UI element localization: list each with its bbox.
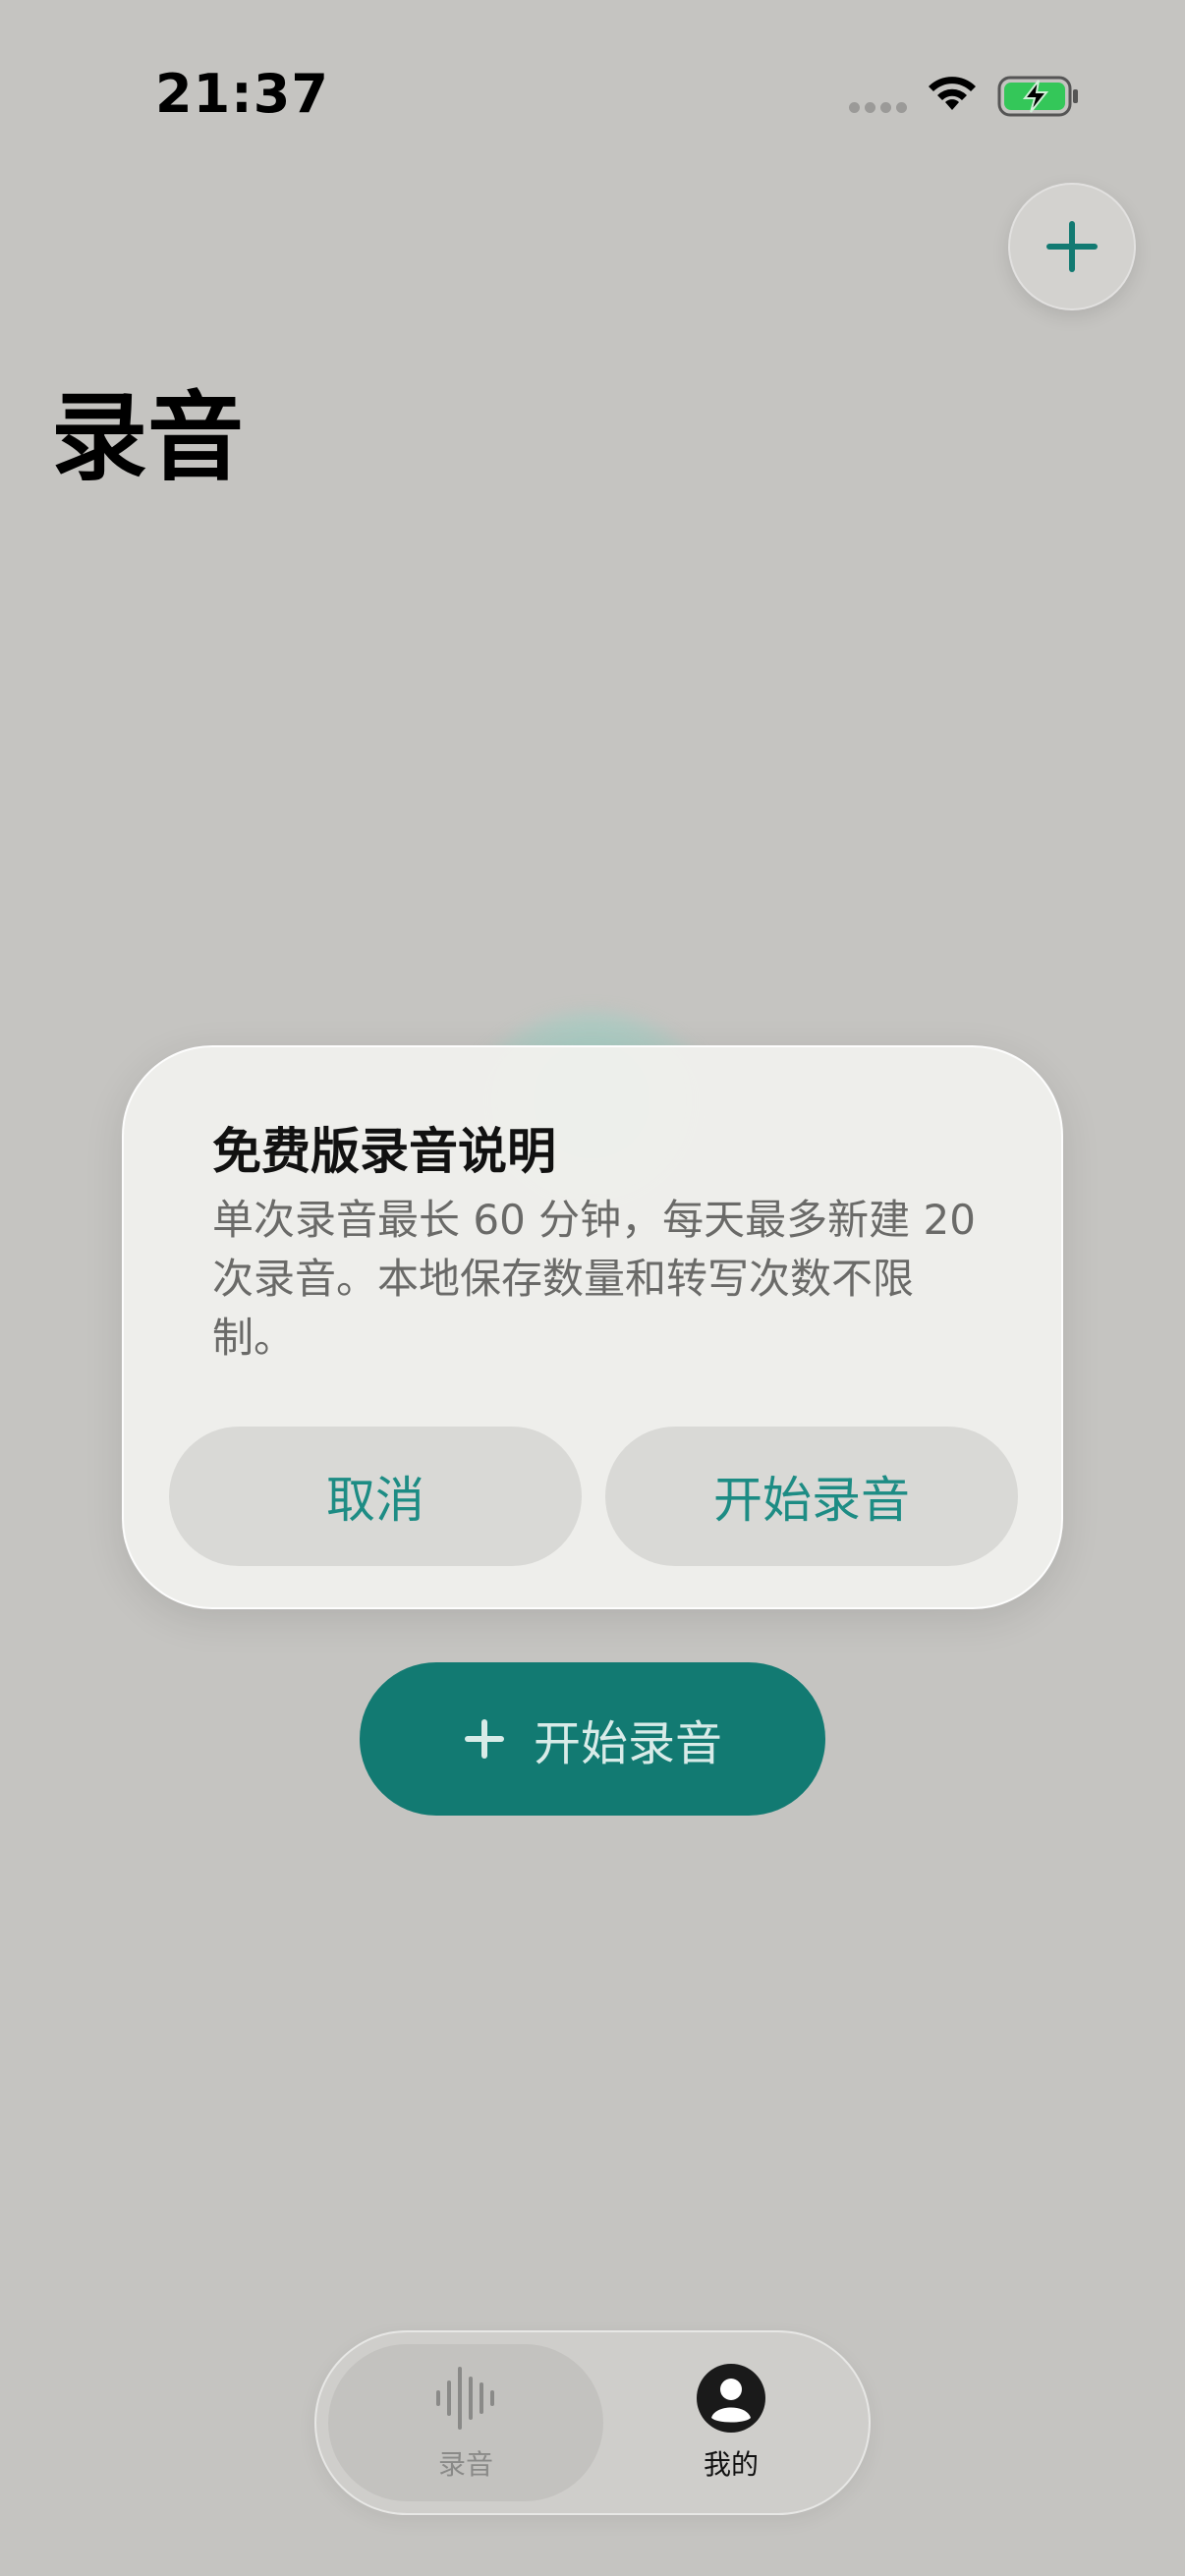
add-recording-button[interactable] [1008, 183, 1136, 310]
cellular-signal-icon [849, 102, 907, 113]
status-time: 21:37 [155, 63, 329, 125]
confirm-start-recording-button[interactable]: 开始录音 [605, 1427, 1018, 1566]
wifi-icon [929, 77, 976, 110]
page-title: 录音 [51, 382, 245, 494]
person-icon [697, 2364, 765, 2433]
waveform-icon [436, 2367, 494, 2430]
dialog-title: 免费版录音说明 [212, 1123, 556, 1180]
status-bar: 21:37 [0, 0, 1185, 196]
start-recording-label: 开始录音 [533, 1716, 722, 1771]
dialog-message: 单次录音最长 60 分钟，每天最多新建 20 次录音。本地保存数量和转写次数不限… [212, 1196, 976, 1362]
tab-mine[interactable]: 我的 [603, 2344, 859, 2501]
plus-icon [1046, 221, 1098, 272]
free-plan-dialog: 免费版录音说明 单次录音最长 60 分钟，每天最多新建 20 次录音。本地保存数… [122, 1045, 1063, 1609]
tab-bar: 录音 我的 [314, 2330, 871, 2515]
tab-mine-label: 我的 [703, 2448, 759, 2481]
tab-recording[interactable]: 录音 [328, 2344, 603, 2501]
start-recording-button[interactable]: 开始录音 [360, 1662, 825, 1816]
tab-recording-label: 录音 [437, 2448, 493, 2481]
plus-icon [464, 1719, 504, 1759]
battery-icon [997, 76, 1078, 117]
cancel-button[interactable]: 取消 [169, 1427, 582, 1566]
